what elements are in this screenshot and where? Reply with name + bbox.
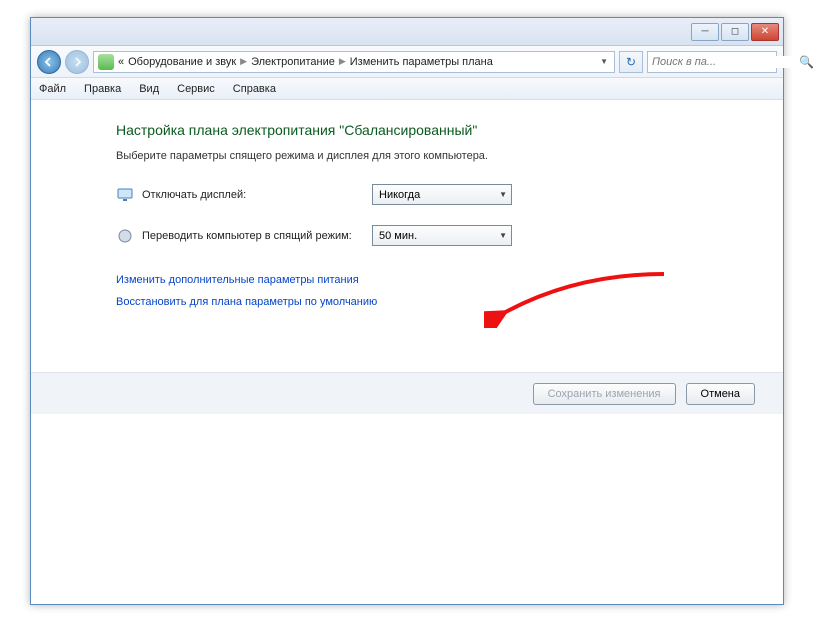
minimize-button[interactable]: ─ <box>691 23 719 41</box>
refresh-button[interactable]: ↻ <box>619 51 643 73</box>
control-panel-icon <box>98 54 114 70</box>
chevron-right-icon: ▶ <box>240 56 247 67</box>
menu-bar: Файл Правка Вид Сервис Справка <box>31 78 783 100</box>
forward-arrow-icon <box>72 57 82 67</box>
menu-edit[interactable]: Правка <box>82 81 123 97</box>
sleep-value: 50 мин. <box>379 230 417 242</box>
breadcrumb-seg-hardware[interactable]: Оборудование и звук <box>128 56 236 68</box>
breadcrumb-prefix: « <box>118 56 124 68</box>
sleep-label: Переводить компьютер в спящий режим: <box>142 230 372 242</box>
page-title: Настройка плана электропитания "Сбаланси… <box>116 122 743 138</box>
search-icon[interactable]: 🔍 <box>799 55 814 69</box>
monitor-icon <box>116 186 134 204</box>
window: ─ ◻ ✕ « Оборудование и звук ▶ Электропит… <box>30 17 784 605</box>
chevron-down-icon: ▼ <box>499 231 507 240</box>
menu-view[interactable]: Вид <box>137 81 161 97</box>
search-box[interactable]: 🔍 <box>647 51 777 73</box>
row-display-off: Отключать дисплей: Никогда ▼ <box>116 184 743 205</box>
menu-tools[interactable]: Сервис <box>175 81 217 97</box>
page-subtitle: Выберите параметры спящего режима и дисп… <box>116 150 743 162</box>
sleep-dropdown[interactable]: 50 мин. ▼ <box>372 225 512 246</box>
back-arrow-icon <box>44 57 54 67</box>
link-advanced-settings[interactable]: Изменить дополнительные параметры питани… <box>116 274 743 286</box>
menu-file[interactable]: Файл <box>37 81 68 97</box>
chevron-down-icon: ▼ <box>499 190 507 199</box>
address-bar[interactable]: « Оборудование и звук ▶ Электропитание ▶… <box>93 51 615 73</box>
maximize-button[interactable]: ◻ <box>721 23 749 41</box>
save-button[interactable]: Сохранить изменения <box>533 383 676 405</box>
chevron-right-icon: ▶ <box>339 56 346 67</box>
chevron-down-icon[interactable]: ▼ <box>598 57 610 66</box>
search-input[interactable] <box>652 56 795 68</box>
breadcrumb-seg-power[interactable]: Электропитание <box>251 56 335 68</box>
nav-toolbar: « Оборудование и звук ▶ Электропитание ▶… <box>31 46 783 78</box>
content-area: Настройка плана электропитания "Сбаланси… <box>31 100 783 604</box>
row-sleep: Переводить компьютер в спящий режим: 50 … <box>116 225 743 246</box>
moon-icon <box>116 227 134 245</box>
back-button[interactable] <box>37 50 61 74</box>
breadcrumb-seg-plan[interactable]: Изменить параметры плана <box>350 56 493 68</box>
display-off-dropdown[interactable]: Никогда ▼ <box>372 184 512 205</box>
close-button[interactable]: ✕ <box>751 23 779 41</box>
titlebar: ─ ◻ ✕ <box>31 18 783 46</box>
button-bar: Сохранить изменения Отмена <box>31 372 783 414</box>
forward-button[interactable] <box>65 50 89 74</box>
display-off-value: Никогда <box>379 189 420 201</box>
link-restore-defaults[interactable]: Восстановить для плана параметры по умол… <box>116 296 743 308</box>
display-off-label: Отключать дисплей: <box>142 189 372 201</box>
cancel-button[interactable]: Отмена <box>686 383 755 405</box>
refresh-icon: ↻ <box>626 55 636 69</box>
menu-help[interactable]: Справка <box>231 81 278 97</box>
